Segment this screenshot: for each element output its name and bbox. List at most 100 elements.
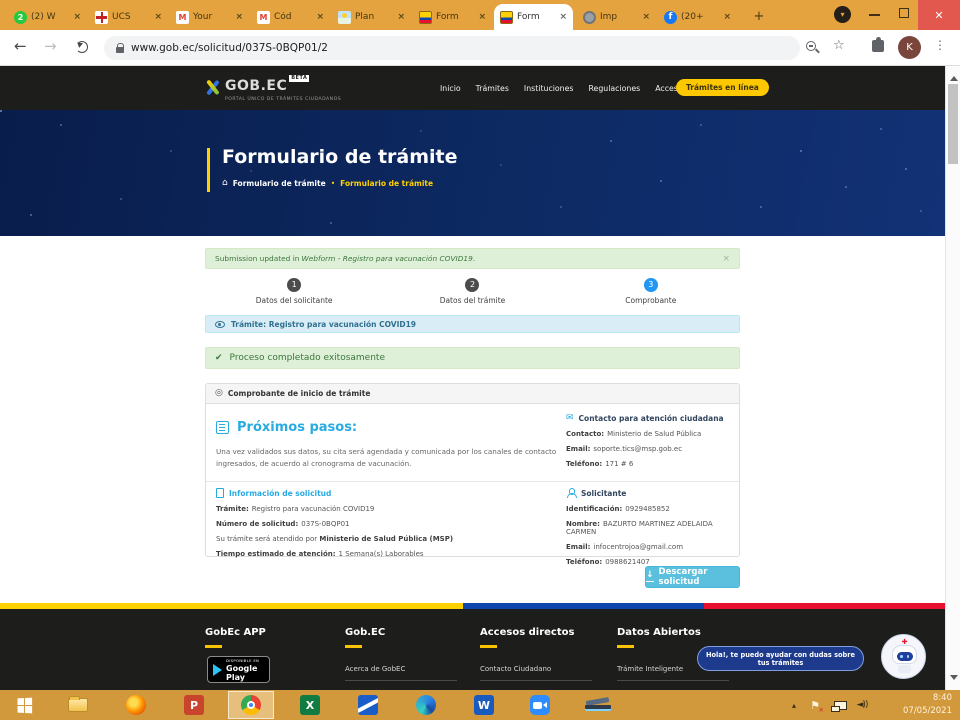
tab-close-icon[interactable]: × — [559, 12, 567, 22]
robot-body — [898, 665, 911, 673]
tab-close-icon[interactable]: × — [154, 12, 162, 22]
tab-ucs[interactable]: UCS× — [89, 4, 168, 30]
tab-close-icon[interactable]: × — [235, 12, 243, 22]
info-line: Número de solicitud:037S-0BQP01 — [216, 520, 556, 528]
browser-menu-icon[interactable]: ⋮ — [934, 38, 946, 52]
url-field[interactable]: www.gob.ec/solicitud/037S-0BQP01/2 — [104, 36, 800, 60]
footer-dash — [617, 645, 634, 648]
play-triangle-icon — [213, 664, 222, 676]
tab-form-active[interactable]: Form× — [494, 4, 573, 30]
tab-facebook[interactable]: f(20+× — [658, 4, 737, 30]
robot-head — [892, 645, 917, 664]
decorative-stars — [0, 110, 2, 112]
tray-chevron-icon[interactable]: ▴ — [786, 690, 802, 720]
zoom-app-icon[interactable] — [528, 693, 552, 717]
site-nav: Inicio Trámites Instituciones Regulacion… — [440, 66, 683, 110]
alert-close-icon[interactable]: × — [722, 254, 730, 264]
nav-inicio[interactable]: Inicio — [440, 84, 461, 93]
alert-italic-text: Webform - Registro para vacunación COVID… — [301, 254, 472, 263]
tab-imp[interactable]: Imp× — [577, 4, 656, 30]
tab-form-1[interactable]: Form× — [413, 4, 492, 30]
tramites-en-linea-button[interactable]: Trámites en línea — [676, 79, 769, 96]
bookmark-star-icon[interactable]: ☆ — [833, 38, 845, 53]
lock-icon — [116, 47, 124, 53]
footer-dash — [345, 645, 362, 648]
minimize-icon[interactable] — [869, 14, 880, 16]
info-line: Su trámite será atendido por Ministerio … — [216, 535, 556, 543]
firefox-icon[interactable] — [124, 693, 148, 717]
beta-badge: BETA — [289, 75, 309, 82]
action-center-flag-icon[interactable]: ⚑✕ — [806, 690, 824, 720]
chatbot-avatar[interactable]: ✚ — [881, 634, 926, 679]
home-icon[interactable]: ⌂ — [222, 179, 228, 188]
nav-tramites[interactable]: Trámites — [476, 84, 509, 93]
gobec-logo[interactable]: GOB.ECBETA PORTAL ÚNICO DE TRÁMITES CIUD… — [205, 75, 341, 102]
address-bar: ← → www.gob.ec/solicitud/037S-0BQP01/2 ☆… — [0, 30, 960, 66]
url-text[interactable]: www.gob.ec/solicitud/037S-0BQP01/2 — [131, 42, 328, 54]
nav-regulaciones[interactable]: Regulaciones — [588, 84, 640, 93]
footer-link-contacto[interactable]: Contacto Ciudadano — [480, 665, 592, 681]
tab-search-menu-icon[interactable]: ▾ — [834, 6, 851, 23]
taskbar-clock[interactable]: 8:40 07/05/2021 — [903, 692, 952, 718]
window-close-button[interactable]: ✕ — [918, 0, 960, 30]
step-3-label: Comprobante — [562, 296, 740, 305]
edge-icon[interactable] — [414, 693, 438, 717]
ecuador-flag-icon — [500, 11, 513, 24]
forward-icon[interactable]: → — [44, 37, 57, 55]
tab-close-icon[interactable]: × — [316, 12, 324, 22]
solicitante-line: Nombre:BAZURTO MARTINEZ ADELAIDA CARMEN — [566, 520, 738, 536]
tab-whatsapp[interactable]: 2(2) W× — [8, 4, 87, 30]
step-datos-solicitante: 1 Datos del solicitante — [205, 278, 383, 305]
volume-icon[interactable]: ◄)) — [852, 690, 872, 720]
back-icon[interactable]: ← — [14, 37, 27, 55]
zoom-out-icon[interactable] — [806, 41, 816, 51]
tab-plan[interactable]: Plan× — [332, 4, 411, 30]
download-solicitud-button[interactable]: ↓ Descargar solicitud — [645, 566, 740, 588]
step-1-label: Datos del solicitante — [205, 296, 383, 305]
reload-icon[interactable] — [76, 41, 88, 53]
file-explorer-icon[interactable] — [66, 693, 90, 717]
gmail-icon: M — [176, 11, 189, 24]
epson-scan-icon[interactable] — [356, 693, 380, 717]
flag-alert-x: ✕ — [819, 706, 824, 714]
tab-close-icon[interactable]: × — [478, 12, 486, 22]
tab-gmail-1[interactable]: MYour× — [170, 4, 249, 30]
page-scrollbar[interactable] — [945, 66, 960, 690]
scroll-down-icon[interactable] — [950, 675, 958, 684]
footer-link-acerca[interactable]: Acerca de GobEC — [345, 665, 457, 681]
check-icon: ✔ — [215, 353, 223, 363]
tab-gmail-2[interactable]: MCód× — [251, 4, 330, 30]
scrollbar-thumb[interactable] — [948, 84, 958, 164]
google-play-badge[interactable]: DISPONIBLE ENGoogle Play — [207, 656, 270, 683]
maximize-icon[interactable] — [899, 8, 909, 18]
scanner-icon[interactable] — [585, 693, 609, 717]
chatbot-tooltip[interactable]: Hola!, te puedo ayudar con dudas sobre t… — [697, 646, 864, 671]
contact-section: ✉Contacto para atención ciudadana Contac… — [566, 414, 736, 468]
chrome-icon[interactable] — [239, 693, 263, 717]
person-icon — [566, 488, 576, 498]
tab-close-icon[interactable]: × — [642, 12, 650, 22]
profile-avatar[interactable]: K — [898, 36, 921, 59]
envelope-icon: ✉ — [566, 414, 574, 423]
tab-close-icon[interactable]: × — [397, 12, 405, 22]
success-bar: ✔ Proceso completado exitosamente — [205, 347, 740, 369]
page-viewport: GOB.ECBETA PORTAL ÚNICO DE TRÁMITES CIUD… — [0, 66, 945, 690]
title-accent-bar — [207, 148, 210, 192]
scroll-up-icon[interactable] — [950, 72, 958, 81]
clock-date: 07/05/2021 — [903, 705, 952, 718]
tab-close-icon[interactable]: × — [73, 12, 81, 22]
excel-icon[interactable]: X — [298, 693, 322, 717]
tab-close-icon[interactable]: × — [723, 12, 731, 22]
start-button[interactable] — [12, 693, 36, 717]
extensions-icon[interactable] — [872, 40, 884, 52]
footer-dash — [480, 645, 497, 648]
clock-time: 8:40 — [903, 692, 952, 705]
footer-dash — [205, 645, 222, 648]
info-line: Trámite:Registro para vacunación COVID19 — [216, 505, 556, 513]
word-icon[interactable]: W — [472, 693, 496, 717]
breadcrumb-parent[interactable]: Formulario de trámite — [233, 179, 326, 188]
new-tab-button[interactable]: + — [748, 5, 770, 27]
nav-instituciones[interactable]: Instituciones — [524, 84, 574, 93]
network-icon[interactable] — [830, 690, 850, 720]
powerpoint-icon[interactable]: P — [182, 693, 206, 717]
